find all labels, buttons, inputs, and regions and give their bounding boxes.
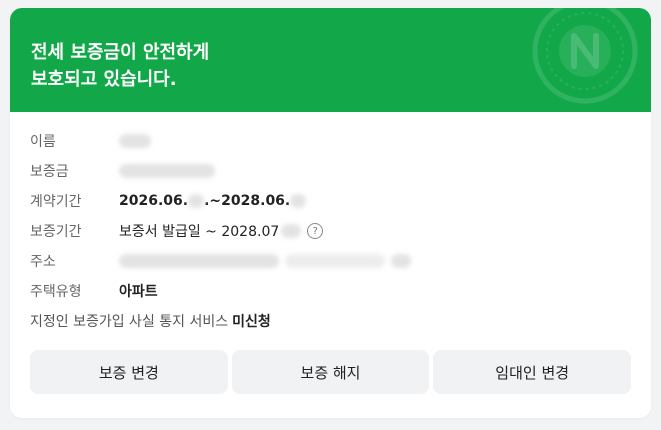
- notification-service-row: 지정인 보증가입 사실 통지 서비스 미신청: [30, 306, 631, 336]
- contract-period-value: 2026.06. .~ 2028.06.: [119, 193, 307, 209]
- housing-type-label: 주택유형: [30, 284, 82, 300]
- change-landlord-button[interactable]: 임대인 변경: [433, 350, 632, 394]
- contract-info: 이름 보증금 계약기간 2026.06. .~ 2028.06. 보증기간 보증…: [30, 126, 631, 336]
- change-guarantee-button[interactable]: 보증 변경: [30, 350, 228, 394]
- notification-service-label: 지정인 보증가입 사실 통지 서비스: [30, 314, 229, 330]
- title-line-2: 보호되고 있습니다.: [31, 69, 177, 90]
- masked-start-day: [188, 194, 205, 208]
- guarantee-period-value: 보증서 발급일 ~ 2028.07 ?: [119, 221, 324, 241]
- masked-name: [119, 134, 151, 148]
- guarantee-seal-icon: [532, 8, 638, 104]
- masked-guarantee-day: [281, 224, 302, 238]
- contract-period-label: 계약기간: [30, 194, 82, 210]
- masked-deposit: [119, 164, 215, 178]
- question-circle-icon[interactable]: ?: [307, 223, 324, 239]
- status-banner: 전세 보증금이 안전하게 보호되고 있습니다.: [10, 8, 651, 112]
- masked-end-day: [290, 194, 307, 208]
- guarantee-card: 전세 보증금이 안전하게 보호되고 있습니다. 이름 보증금 계약기간 2026: [10, 8, 651, 418]
- housing-type-row: 주택유형 아파트: [30, 276, 631, 306]
- address-label: 주소: [30, 254, 56, 270]
- contract-start: 2026.06.: [119, 193, 189, 209]
- masked-address-1: [119, 254, 279, 268]
- deposit-row: 보증금: [30, 156, 631, 186]
- notification-status: 미신청: [232, 314, 271, 330]
- name-value: [119, 134, 151, 148]
- address-row: 주소: [30, 246, 631, 276]
- contract-separator: .~: [204, 193, 222, 209]
- action-buttons: 보증 변경 보증 해지 임대인 변경: [30, 350, 632, 394]
- name-label: 이름: [30, 134, 56, 150]
- masked-address-2: [285, 254, 385, 268]
- housing-type-value: 아파트: [119, 284, 158, 300]
- guarantee-period-label: 보증기간: [30, 224, 82, 240]
- address-value: [119, 254, 411, 268]
- guarantee-period-row: 보증기간 보증서 발급일 ~ 2028.07 ?: [30, 216, 631, 246]
- deposit-label: 보증금: [30, 164, 69, 180]
- guarantee-period-text: 보증서 발급일 ~ 2028.07: [119, 224, 280, 240]
- page-title: 전세 보증금이 안전하게 보호되고 있습니다.: [31, 39, 209, 93]
- deposit-value: [119, 164, 215, 178]
- cancel-guarantee-button[interactable]: 보증 해지: [231, 350, 430, 394]
- contract-period-row: 계약기간 2026.06. .~ 2028.06.: [30, 186, 631, 216]
- name-row: 이름: [30, 126, 631, 156]
- title-line-1: 전세 보증금이 안전하게: [31, 42, 210, 63]
- contract-end: 2028.06.: [221, 193, 291, 209]
- masked-address-3: [391, 254, 411, 268]
